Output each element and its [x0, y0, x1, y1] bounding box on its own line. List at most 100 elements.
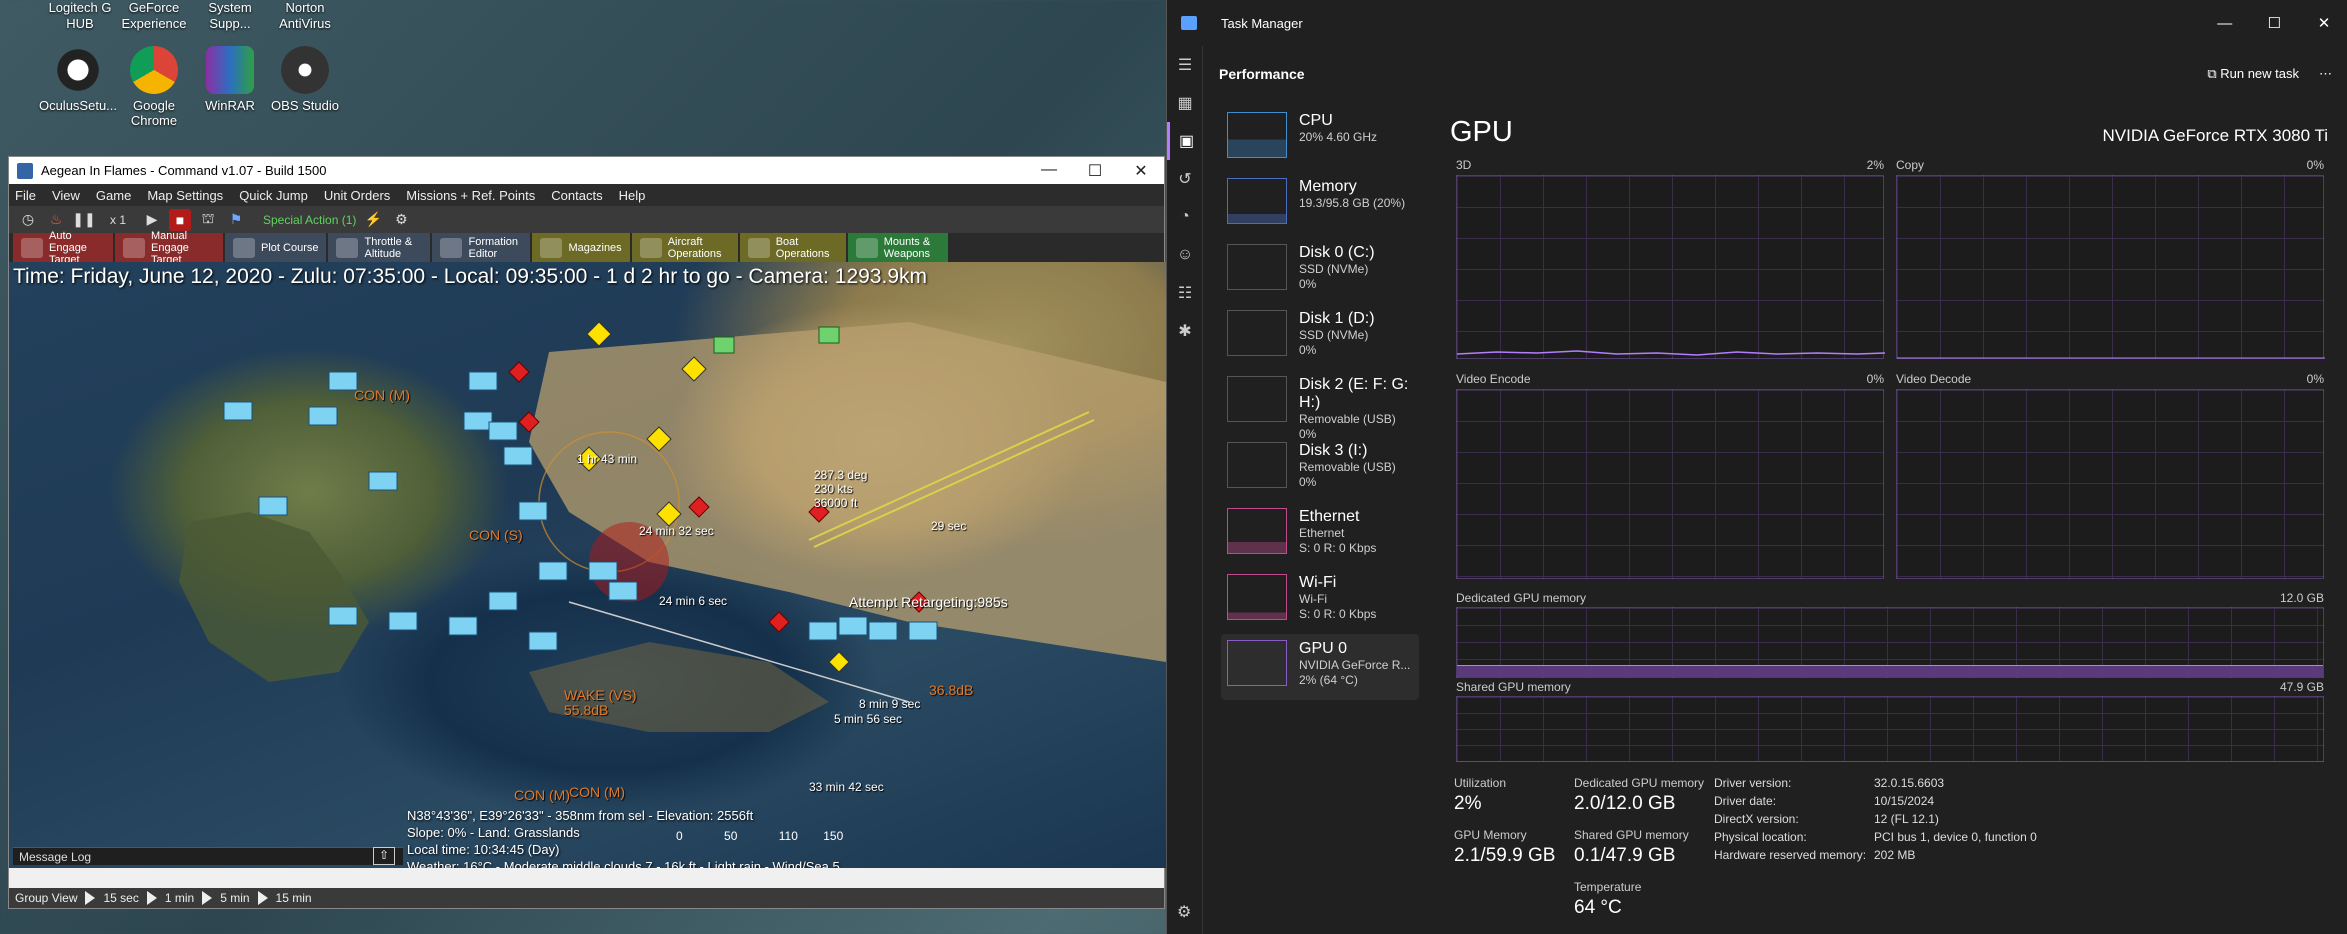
formation-editor-button[interactable]: Formation Editor: [432, 233, 531, 262]
play-icon: [202, 891, 213, 905]
device-thumb: [1227, 442, 1287, 488]
more-options-icon[interactable]: ⋯: [2319, 66, 2332, 82]
manual-engage-button[interactable]: Manual Engage Target: [115, 230, 223, 266]
graph-video-decode[interactable]: [1896, 389, 2324, 579]
processes-icon[interactable]: ▦: [1167, 84, 1203, 122]
menu-view[interactable]: View: [52, 188, 80, 203]
menu-game[interactable]: Game: [96, 188, 131, 203]
clock-icon[interactable]: ◷: [17, 209, 39, 231]
info-weather: Weather: 16°C - Moderate middle clouds 7…: [407, 859, 840, 868]
desktop-icon-system[interactable]: System Supp...: [188, 0, 272, 32]
minimize-icon[interactable]: —: [1026, 161, 1072, 181]
bridge-icon[interactable]: ⛫: [197, 209, 219, 231]
desktop-icon-norton[interactable]: Norton AntiVirus: [263, 0, 347, 32]
desktop-icon-obs[interactable]: OBS Studio: [263, 46, 347, 113]
graph-label-copy: Copy 0%: [1896, 158, 2324, 172]
services-icon[interactable]: ✱: [1167, 312, 1203, 350]
run-new-task-button[interactable]: ⧉ Run new task: [2207, 66, 2299, 82]
play-icon[interactable]: ▶: [141, 209, 163, 231]
plot-course-button[interactable]: Plot Course: [225, 233, 327, 262]
device-item-gpu0[interactable]: GPU 0 NVIDIA GeForce R... 2% (64 °C): [1221, 634, 1419, 700]
device-item-ethernet[interactable]: Ethernet Ethernet S: 0 R: 0 Kbps: [1221, 502, 1419, 568]
step-15min[interactable]: 15 min: [276, 891, 312, 905]
aircraft-operations-button[interactable]: Aircraft Operations: [631, 233, 738, 262]
device-item-disk1[interactable]: Disk 1 (D:) SSD (NVMe) 0%: [1221, 304, 1419, 370]
step-5min[interactable]: 5 min: [220, 891, 249, 905]
detail-directx-value: 12 (FL 12.1): [1874, 812, 1939, 826]
pause-icon[interactable]: ❚❚: [72, 209, 95, 231]
menu-contacts[interactable]: Contacts: [551, 188, 602, 203]
graph-3d[interactable]: [1456, 175, 1886, 359]
menu-unit-orders[interactable]: Unit Orders: [324, 188, 390, 203]
temp-label: Temperature: [1574, 880, 1642, 894]
device-item-disk2[interactable]: Disk 2 (E: F: G: H:) Removable (USB) 0%: [1221, 370, 1419, 441]
tm-titlebar[interactable]: Task Manager — ☐ ✕: [1167, 0, 2347, 46]
menu-missions[interactable]: Missions + Ref. Points: [406, 188, 535, 203]
util-label: Utilization: [1454, 776, 1507, 790]
menu-quick-jump[interactable]: Quick Jump: [239, 188, 308, 203]
message-log-button[interactable]: Message Log: [13, 847, 403, 865]
details-icon[interactable]: ☷: [1167, 274, 1203, 312]
group-view-button[interactable]: Group View: [15, 891, 77, 905]
desktop-icon-winrar[interactable]: WinRAR: [188, 46, 272, 113]
obs-icon: [281, 46, 329, 94]
maximize-icon[interactable]: ☐: [1072, 161, 1118, 181]
users-icon[interactable]: ☺: [1167, 236, 1203, 274]
desktop-icon-oculus[interactable]: OculusSetu...: [36, 46, 120, 113]
map-label: CON (M): [569, 784, 625, 800]
graph-shared-memory[interactable]: [1456, 696, 2324, 762]
desktop-icon-label: OculusSetu...: [38, 98, 118, 113]
step-1min[interactable]: 1 min: [165, 891, 194, 905]
desktop-icon-geforce[interactable]: GeForce Experience: [112, 0, 196, 32]
lightning-icon[interactable]: ⚡: [362, 209, 384, 231]
history-icon[interactable]: ↺: [1167, 160, 1203, 198]
map-label: 36000 ft: [814, 496, 858, 510]
step-15sec[interactable]: 15 sec: [103, 891, 138, 905]
desktop-icon-chrome[interactable]: Google Chrome: [112, 46, 196, 128]
device-item-disk0[interactable]: Disk 0 (C:) SSD (NVMe) 0%: [1221, 238, 1419, 304]
flag-icon[interactable]: ⚑: [225, 209, 247, 231]
device-item-disk3[interactable]: Disk 3 (I:) Removable (USB) 0%: [1221, 436, 1419, 502]
device-item-wifi[interactable]: Wi-Fi Wi-Fi S: 0 R: 0 Kbps: [1221, 568, 1419, 634]
device-thumb: [1227, 376, 1287, 422]
close-icon[interactable]: ✕: [1118, 161, 1164, 181]
command-titlebar[interactable]: Aegean In Flames - Command v1.07 - Build…: [9, 157, 1164, 184]
menu-map-settings[interactable]: Map Settings: [147, 188, 223, 203]
tactical-map[interactable]: Time: Friday, June 12, 2020 - Zulu: 07:3…: [9, 262, 1166, 868]
graph-dedicated-memory[interactable]: [1456, 607, 2324, 678]
desktop-icon-label: OBS Studio: [271, 98, 339, 113]
auto-engage-button[interactable]: Auto Engage Target: [13, 230, 113, 266]
map-label: 287.3 deg: [814, 468, 868, 482]
menu-file[interactable]: File: [15, 188, 36, 203]
unit-toolbar: Auto Engage Target Manual Engage Target …: [9, 230, 1164, 266]
special-action-button[interactable]: Special Action (1): [263, 213, 356, 227]
target-icon: [21, 237, 43, 258]
desktop-icon-logitech[interactable]: Logitech G HUB: [38, 0, 122, 32]
throttle-button[interactable]: Throttle & Altitude: [328, 233, 431, 262]
play-icon: [257, 891, 268, 905]
close-icon[interactable]: ✕: [2301, 14, 2347, 32]
graph-copy[interactable]: [1896, 175, 2325, 359]
tm-title: Task Manager: [1221, 15, 1303, 31]
menu-help[interactable]: Help: [619, 188, 646, 203]
maximize-icon[interactable]: ☐: [2251, 14, 2297, 32]
graph-video-encode[interactable]: [1456, 389, 1884, 579]
hamburger-icon[interactable]: ☰: [1167, 46, 1203, 84]
fire-icon[interactable]: ♨: [45, 209, 67, 231]
smem-value: 0.1/47.9 GB: [1574, 845, 1676, 866]
expand-log-icon[interactable]: ⇧: [373, 847, 395, 865]
boat-operations-button[interactable]: Boat Operations: [739, 233, 846, 262]
gear-icon[interactable]: ⚙: [390, 209, 412, 231]
stop-icon[interactable]: ■: [169, 208, 191, 231]
formation-icon: [440, 237, 463, 258]
startup-icon[interactable]: ◔: [1167, 198, 1203, 236]
mounts-weapons-button[interactable]: Mounts & Weapons: [847, 233, 948, 262]
settings-gear-icon[interactable]: ⚙: [1177, 902, 1191, 922]
minimize-icon[interactable]: —: [2202, 15, 2248, 32]
device-thumb: [1227, 244, 1287, 290]
device-item-cpu[interactable]: CPU 20% 4.60 GHz: [1221, 106, 1419, 172]
performance-icon[interactable]: ▣: [1167, 122, 1203, 160]
magazines-button[interactable]: Magazines: [532, 233, 630, 262]
dmem-value: 2.0/12.0 GB: [1574, 793, 1676, 814]
device-item-memory[interactable]: Memory 19.3/95.8 GB (20%): [1221, 172, 1419, 238]
